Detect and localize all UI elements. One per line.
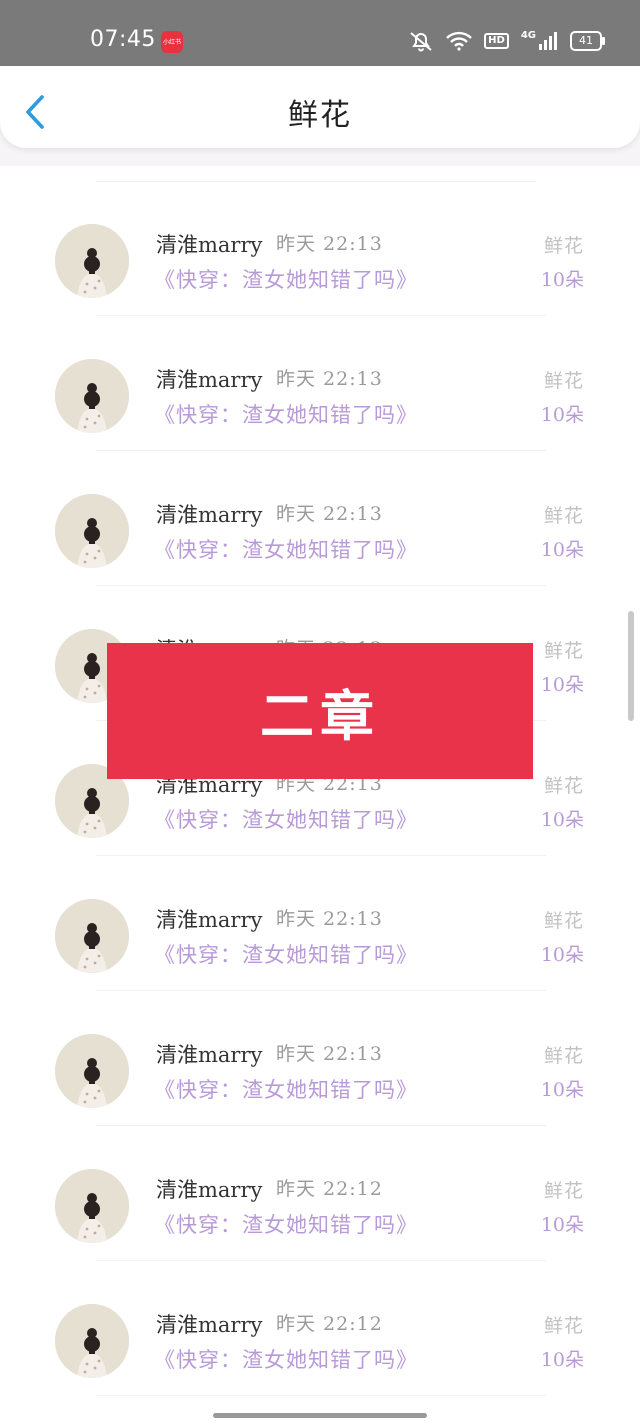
gift-type: 鲜花: [543, 1180, 584, 1202]
gift-count: 10朵: [540, 674, 584, 696]
avatar[interactable]: [55, 1034, 129, 1108]
book-title-link[interactable]: 《快穿：渣女她知错了吗》: [154, 534, 418, 564]
avatar-image: [55, 359, 129, 433]
avatar[interactable]: [55, 359, 129, 433]
username[interactable]: 清淮marry: [156, 229, 262, 259]
status-icons: HD 4G 41: [408, 28, 605, 54]
avatar-image: [55, 899, 129, 973]
hd-badge: HD: [484, 33, 509, 49]
gift-count: 10朵: [540, 404, 584, 426]
gift-count: 10朵: [540, 539, 584, 561]
avatar[interactable]: [55, 224, 129, 298]
timestamp: 昨天 22:12: [276, 1313, 383, 1335]
list-item[interactable]: 清淮marry 昨天 22:13 《快穿：渣女她知错了吗》 鲜花 10朵: [0, 991, 640, 1126]
gift-count: 10朵: [540, 1079, 584, 1101]
timestamp: 昨天 22:12: [276, 1178, 383, 1200]
gift-count: 10朵: [540, 944, 584, 966]
username[interactable]: 清淮marry: [156, 1309, 262, 1339]
gift-type: 鲜花: [543, 640, 584, 662]
book-title-link[interactable]: 《快穿：渣女她知错了吗》: [154, 1344, 418, 1374]
book-title-link[interactable]: 《快穿：渣女她知错了吗》: [154, 264, 418, 294]
gift-type: 鲜花: [543, 1045, 584, 1067]
overlay-banner: 二章: [107, 643, 533, 779]
gift-type: 鲜花: [543, 1315, 584, 1337]
book-title-link[interactable]: 《快穿：渣女她知错了吗》: [154, 1074, 418, 1104]
avatar[interactable]: [55, 1169, 129, 1243]
wifi-icon: [446, 31, 473, 51]
status-time: 07:45: [90, 27, 156, 52]
timestamp: 昨天 22:13: [276, 503, 383, 525]
battery-icon: 41: [570, 31, 605, 51]
list-item[interactable]: 清淮marry 昨天 22:13 《快穿：渣女她知错了吗》 鲜花 10朵: [0, 181, 640, 316]
username[interactable]: 清淮marry: [156, 904, 262, 934]
list-item[interactable]: 清淮marry 昨天 22:12 《快穿：渣女她知错了吗》 鲜花 10朵: [0, 1261, 640, 1396]
timestamp: 昨天 22:13: [276, 908, 383, 930]
page-title: 鲜花: [288, 98, 352, 133]
avatar-image: [55, 1034, 129, 1108]
list-item[interactable]: 清淮marry 昨天 22:12 《快穿：渣女她知错了吗》 鲜花 10朵: [0, 1126, 640, 1261]
list-item[interactable]: 清淮marry 昨天 22:13 《快穿：渣女她知错了吗》 鲜花 10朵: [0, 316, 640, 451]
username[interactable]: 清淮marry: [156, 499, 262, 529]
book-title-link[interactable]: 《快穿：渣女她知错了吗》: [154, 1209, 418, 1239]
gift-type: 鲜花: [543, 775, 584, 797]
avatar[interactable]: [55, 899, 129, 973]
gift-count: 10朵: [540, 269, 584, 291]
username[interactable]: 清淮marry: [156, 1039, 262, 1069]
gift-count: 10朵: [540, 1214, 584, 1236]
timestamp: 昨天 22:13: [276, 1043, 383, 1065]
gift-type: 鲜花: [543, 370, 584, 392]
gift-type: 鲜花: [543, 235, 584, 257]
timestamp: 昨天 22:13: [276, 233, 383, 255]
header: 鲜花: [0, 66, 640, 148]
avatar-image: [55, 1304, 129, 1378]
username[interactable]: 清淮marry: [156, 1174, 262, 1204]
gift-count: 10朵: [540, 809, 584, 831]
book-title-link[interactable]: 《快穿：渣女她知错了吗》: [154, 399, 418, 429]
flower-record-list: 清淮marry 昨天 22:13 《快穿：渣女她知错了吗》 鲜花 10朵 清淮m…: [0, 181, 640, 1396]
mute-icon: [410, 32, 432, 52]
row-divider: [96, 1395, 546, 1396]
gift-type: 鲜花: [543, 505, 584, 527]
timestamp: 昨天 22:13: [276, 368, 383, 390]
username[interactable]: 清淮marry: [156, 364, 262, 394]
avatar-image: [55, 1169, 129, 1243]
gift-type: 鲜花: [543, 910, 584, 932]
status-bar: 07:45 小红书 HD 4G 41: [0, 0, 640, 66]
home-indicator[interactable]: [213, 1413, 427, 1418]
notification-app-icon: 小红书: [161, 31, 183, 53]
signal-icon: [539, 32, 557, 50]
avatar-image: [55, 224, 129, 298]
avatar[interactable]: [55, 494, 129, 568]
network-type: 4G: [520, 29, 536, 41]
scrollbar[interactable]: [628, 611, 634, 721]
avatar-image: [55, 494, 129, 568]
book-title-link[interactable]: 《快穿：渣女她知错了吗》: [154, 804, 418, 834]
avatar[interactable]: [55, 1304, 129, 1378]
list-item[interactable]: 清淮marry 昨天 22:13 《快穿：渣女她知错了吗》 鲜花 10朵: [0, 451, 640, 586]
list-item[interactable]: 清淮marry 昨天 22:13 《快穿：渣女她知错了吗》 鲜花 10朵: [0, 856, 640, 991]
gift-count: 10朵: [540, 1349, 584, 1371]
book-title-link[interactable]: 《快穿：渣女她知错了吗》: [154, 939, 418, 969]
